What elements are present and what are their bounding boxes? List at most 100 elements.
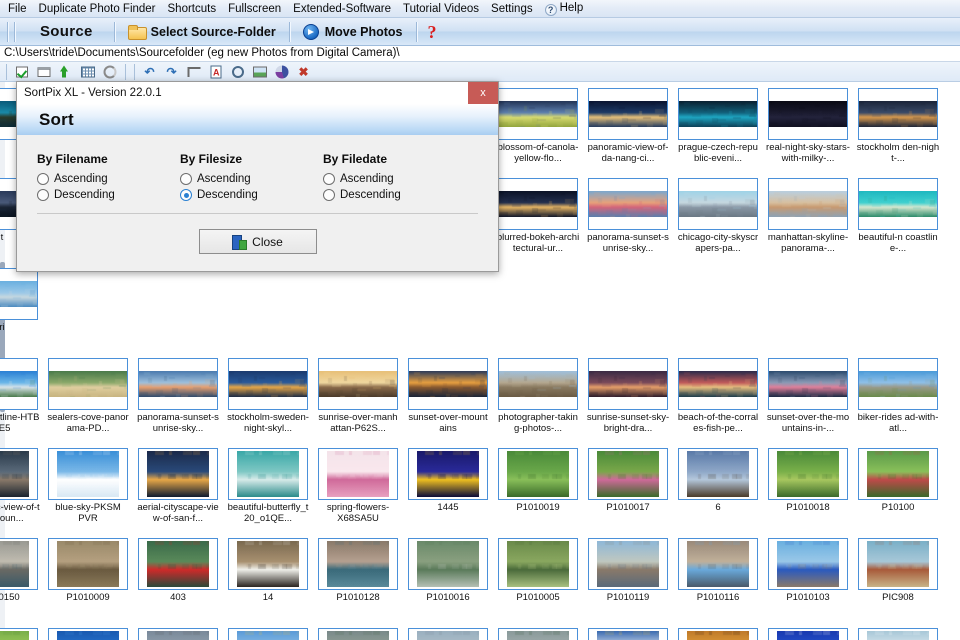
undo-icon[interactable]: ↶ <box>139 63 160 81</box>
rename-document-icon[interactable] <box>205 63 226 81</box>
thumbnail-cell[interactable]: P1010019 <box>493 445 583 535</box>
thumbnail-image[interactable] <box>0 538 38 590</box>
thumbnail-cell[interactable]: stockholm-sweden-night-skyl... <box>223 355 313 445</box>
thumbnail-image[interactable] <box>858 628 938 640</box>
thumbnail-cell[interactable]: 14 <box>223 535 313 625</box>
thumbnail-image[interactable] <box>48 628 128 640</box>
thumbnail-image[interactable] <box>678 88 758 140</box>
thumbnail-image[interactable] <box>768 538 848 590</box>
thumbnail-cell[interactable]: beautiful-butterfly_t20_o1QE... <box>223 445 313 535</box>
thumbnail-cell[interactable]: PIC 119 <box>403 625 493 640</box>
thumbnail-image[interactable] <box>318 448 398 500</box>
thumbnail-cell[interactable]: spring-flowers-X68SA5U <box>313 445 403 535</box>
thumbnail-image[interactable] <box>678 628 758 640</box>
thumbnail-cell[interactable]: P1010150 <box>0 535 43 625</box>
thumbnail-image[interactable] <box>228 358 308 410</box>
statistics-pie-icon[interactable] <box>271 63 292 81</box>
thumbnail-cell[interactable]: panoramic-view-of-tatra-moun... <box>0 445 43 535</box>
thumbnail-image[interactable] <box>588 88 668 140</box>
thumbnail-image[interactable] <box>228 628 308 640</box>
thumbnail-cell[interactable]: sunset-over-the-mountains-in-... <box>763 355 853 445</box>
thumbnail-image[interactable] <box>588 628 668 640</box>
thumbnail-image[interactable] <box>0 358 38 410</box>
thumbnail-cell[interactable]: 438 <box>763 625 853 640</box>
thumbnail-cell[interactable]: blurred-bokeh-architectural-ur... <box>493 175 583 265</box>
thumbnail-image[interactable] <box>318 628 398 640</box>
thumbnail-image[interactable] <box>0 268 38 320</box>
thumbnail-image[interactable] <box>588 178 668 230</box>
thumbnail-cell[interactable]: blue-sky-PKSM PVR <box>43 445 133 535</box>
thumbnail-image[interactable] <box>408 628 488 640</box>
menu-item-extended-software[interactable]: Extended-Software <box>287 1 397 17</box>
select-source-folder-button[interactable]: Select Source-Folder <box>118 25 286 40</box>
thumbnail-cell[interactable]: P1010017 <box>583 445 673 535</box>
thumbnail-cell[interactable]: b ri <box>0 265 43 355</box>
thumbnail-cell[interactable]: 305 <box>0 625 43 640</box>
thumbnail-image[interactable] <box>678 538 758 590</box>
menu-item-settings[interactable]: Settings <box>485 1 539 17</box>
thumbnail-cell[interactable]: sunset-over-mountains <box>403 355 493 445</box>
thumbnail-cell[interactable]: P10100 <box>853 445 943 535</box>
thumbnail-cell[interactable]: P1010116 <box>673 535 763 625</box>
thumbnail-cell[interactable]: P1010016 <box>403 535 493 625</box>
delete-x-icon[interactable]: ✖ <box>293 63 314 81</box>
thumbnail-cell[interactable]: 36 <box>853 625 943 640</box>
thumbnail-image[interactable] <box>228 538 308 590</box>
thumbnail-image[interactable] <box>768 448 848 500</box>
select-all-checkbox-icon[interactable] <box>11 63 32 81</box>
thumbnail-image[interactable] <box>498 358 578 410</box>
menu-item-fullscreen[interactable]: Fullscreen <box>222 1 287 17</box>
thumbnail-cell[interactable]: panorama-sunset-sunrise-sky... <box>583 175 673 265</box>
move-photos-button[interactable]: Move Photos <box>293 23 413 40</box>
thumbnail-cell[interactable]: 407 <box>583 625 673 640</box>
thumbnail-cell[interactable]: sealers-cove-panorama-PD... <box>43 355 133 445</box>
thumbnail-image[interactable] <box>408 538 488 590</box>
thumbnail-cell[interactable]: aerial-cityscape-view-of-san-f... <box>133 445 223 535</box>
thumbnail-cell[interactable]: P1010103 <box>763 535 853 625</box>
thumbnail-image[interactable] <box>318 358 398 410</box>
thumbnail-image[interactable] <box>48 448 128 500</box>
thumbnail-cell[interactable]: 191 <box>43 625 133 640</box>
thumbnail-cell[interactable]: P1010079 <box>133 625 223 640</box>
close-button[interactable]: Close <box>198 229 317 254</box>
thumbnail-image[interactable] <box>498 88 578 140</box>
zoom-circle-icon[interactable] <box>227 63 248 81</box>
thumbnail-cell[interactable]: beautiful-n coastline-... <box>853 175 943 265</box>
thumbnail-cell[interactable]: PIC908 <box>853 535 943 625</box>
menu-item-tutorial-videos[interactable]: Tutorial Videos <box>397 1 485 17</box>
thumbnail-image[interactable] <box>48 538 128 590</box>
thumbnail-image[interactable] <box>408 448 488 500</box>
thumbnail-cell[interactable]: P1010119 <box>583 535 673 625</box>
thumbnail-image[interactable] <box>858 178 938 230</box>
thumbnail-image[interactable] <box>318 538 398 590</box>
menu-item-duplicate-photo-finder[interactable]: Duplicate Photo Finder <box>33 1 162 17</box>
thumbnail-cell[interactable]: real-night-sky-stars-with-milky-... <box>763 85 853 175</box>
thumbnail-image[interactable] <box>858 88 938 140</box>
thumbnail-cell[interactable]: 390 <box>223 625 313 640</box>
thumbnail-cell[interactable]: beach-of-the-corrales-fish-pe... <box>673 355 763 445</box>
thumbnail-image[interactable] <box>48 358 128 410</box>
thumbnail-cell[interactable]: blossom-of-canola-yellow-flo... <box>493 85 583 175</box>
menu-item-shortcuts[interactable]: Shortcuts <box>162 1 223 17</box>
thumbnail-cell[interactable]: biker-rides ad-with-atl... <box>853 355 943 445</box>
radio-filedate-descending[interactable]: Descending <box>323 187 466 203</box>
rotate-spiral-icon[interactable] <box>99 63 120 81</box>
details-grid-icon[interactable] <box>77 63 98 81</box>
thumbnail-cell[interactable]: P1010273 <box>313 625 403 640</box>
thumbnail-image[interactable] <box>138 448 218 500</box>
thumbnail-cell[interactable]: P1010005 <box>493 535 583 625</box>
thumbnail-image[interactable] <box>138 538 218 590</box>
thumbnail-cell[interactable]: P1010018 <box>763 445 853 535</box>
thumbnail-cell[interactable]: panorama-sunset-sunrise-sky... <box>133 355 223 445</box>
thumbnail-cell[interactable]: P1010009 <box>43 535 133 625</box>
close-icon[interactable]: x <box>468 82 498 104</box>
thumbnail-image[interactable] <box>0 628 38 640</box>
radio-filename-ascending[interactable]: Ascending <box>37 171 180 187</box>
deselect-all-icon[interactable] <box>33 63 54 81</box>
thumbnail-image[interactable] <box>138 628 218 640</box>
thumbnail-cell[interactable]: bass-coastline-HTBPNE5 <box>0 355 43 445</box>
thumbnail-cell[interactable]: P1010128 <box>313 535 403 625</box>
thumbnail-image[interactable] <box>498 628 578 640</box>
thumbnail-cell[interactable]: manhattan-skyline-panorama-... <box>763 175 853 265</box>
thumbnail-cell[interactable]: stockholm den-night-... <box>853 85 943 175</box>
